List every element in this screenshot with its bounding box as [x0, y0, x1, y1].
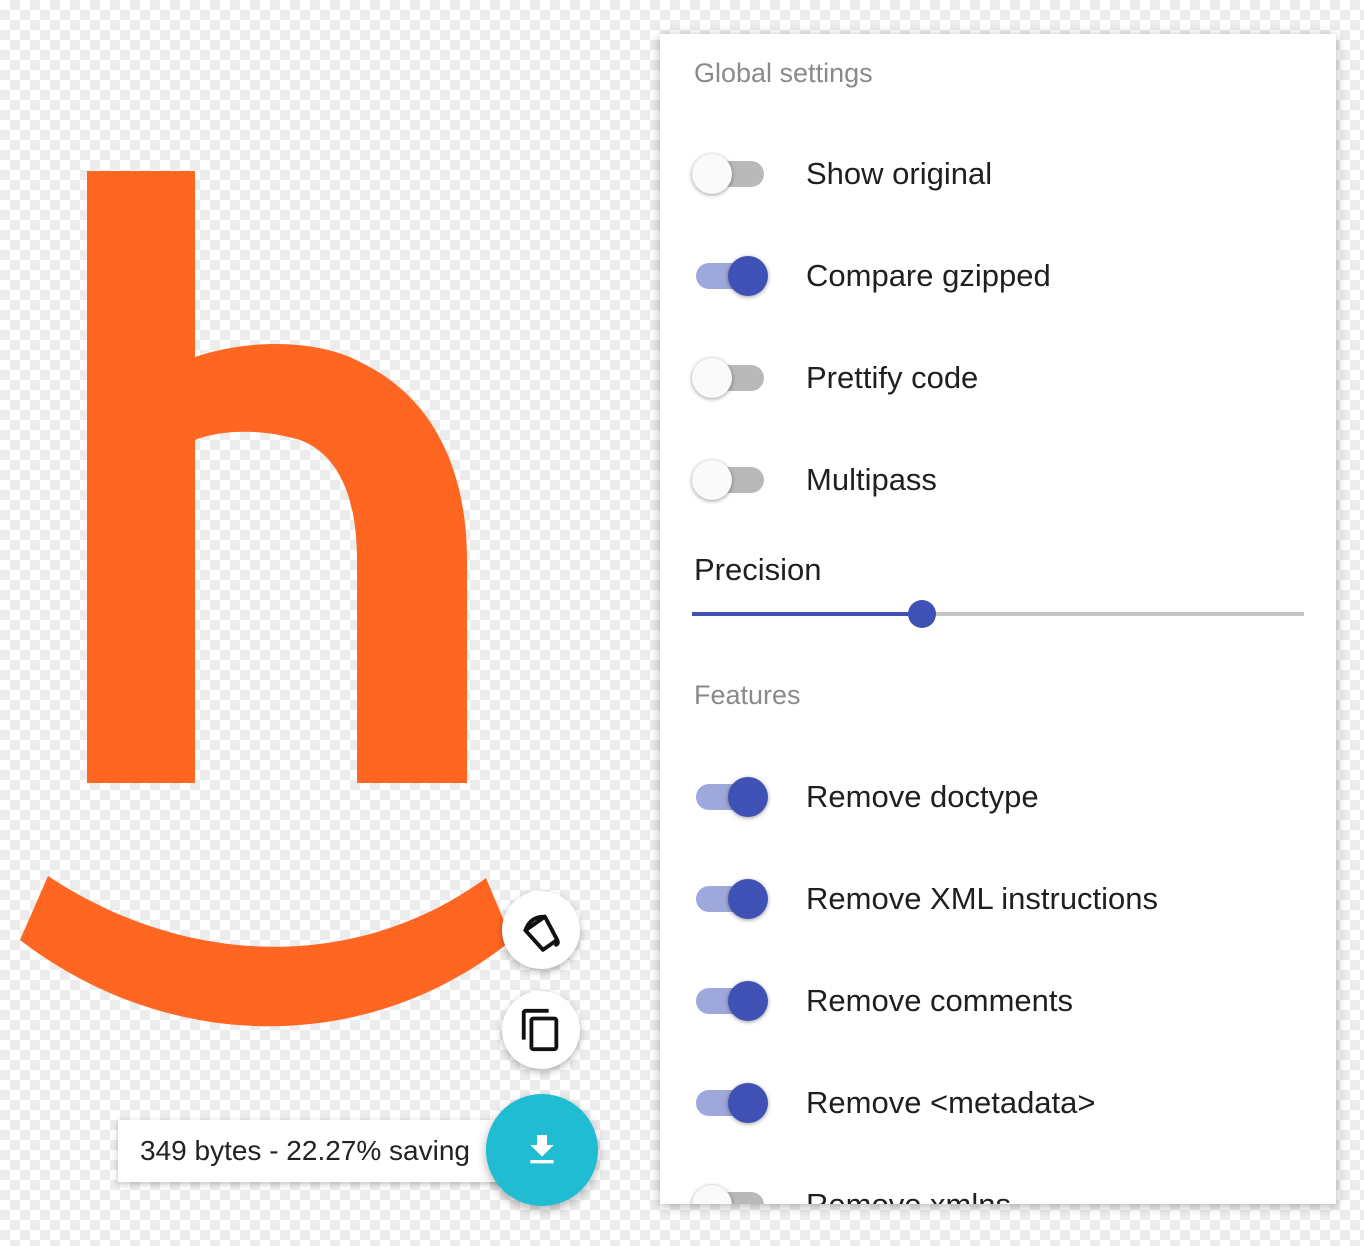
background-toggle-button[interactable] [502, 891, 580, 969]
compare-gzipped-switch[interactable] [694, 256, 768, 296]
toggle-compare-gzipped[interactable]: Compare gzipped [694, 246, 1294, 306]
download-button[interactable] [486, 1094, 598, 1206]
toggle-remove-xml-instructions[interactable]: Remove XML instructions [694, 869, 1294, 929]
results-text: 349 bytes - 22.27% saving [140, 1135, 470, 1166]
toggle-label: Remove comments [806, 983, 1074, 1018]
toggle-remove-doctype[interactable]: Remove doctype [694, 767, 1294, 827]
download-icon [530, 1135, 554, 1164]
toggle-label: Compare gzipped [806, 258, 1051, 293]
toggle-label: Multipass [806, 462, 937, 497]
toggle-label: Show original [806, 156, 993, 191]
prettify-code-switch[interactable] [692, 358, 768, 398]
remove-xmlns-switch[interactable] [692, 1185, 768, 1204]
toggle-multipass[interactable]: Multipass [692, 450, 1294, 510]
toggle-remove-comments[interactable]: Remove comments [694, 971, 1294, 1031]
global-settings-title: Global settings [694, 58, 873, 88]
precision-slider[interactable] [692, 600, 1304, 630]
toggle-label: Remove doctype [806, 779, 1039, 814]
remove-doctype-switch[interactable] [694, 777, 768, 817]
logo-smile [20, 876, 512, 1027]
slider-fill [692, 612, 922, 616]
settings-panel: Global settings Show original Compare gz… [660, 34, 1336, 1204]
toggle-label: Remove <metadata> [806, 1085, 1096, 1120]
remove-metadata-switch[interactable] [694, 1083, 768, 1123]
toggle-prettify-code[interactable]: Prettify code [692, 348, 1294, 408]
toggle-show-original[interactable]: Show original [692, 144, 1294, 204]
toggle-label: Remove XML instructions [806, 881, 1159, 916]
logo-letter-h [87, 171, 467, 783]
results-badge: 349 bytes - 22.27% saving [118, 1120, 508, 1182]
remove-xml-instructions-switch[interactable] [694, 879, 768, 919]
remove-comments-switch[interactable] [694, 981, 768, 1021]
toggle-label: Remove xmlns [806, 1175, 1011, 1204]
copy-icon [521, 1008, 559, 1052]
show-original-switch[interactable] [692, 154, 768, 194]
toggle-remove-xmlns[interactable]: Remove xmlns [692, 1175, 1294, 1204]
slider-knob[interactable] [907, 600, 936, 628]
precision-label: Precision [694, 552, 822, 587]
multipass-switch[interactable] [692, 460, 768, 500]
features-title: Features [694, 680, 801, 710]
toggle-label: Prettify code [806, 360, 979, 395]
paint-bucket-icon [523, 914, 560, 952]
copy-button[interactable] [502, 991, 580, 1069]
toggle-remove-metadata[interactable]: Remove <metadata> [694, 1073, 1294, 1133]
